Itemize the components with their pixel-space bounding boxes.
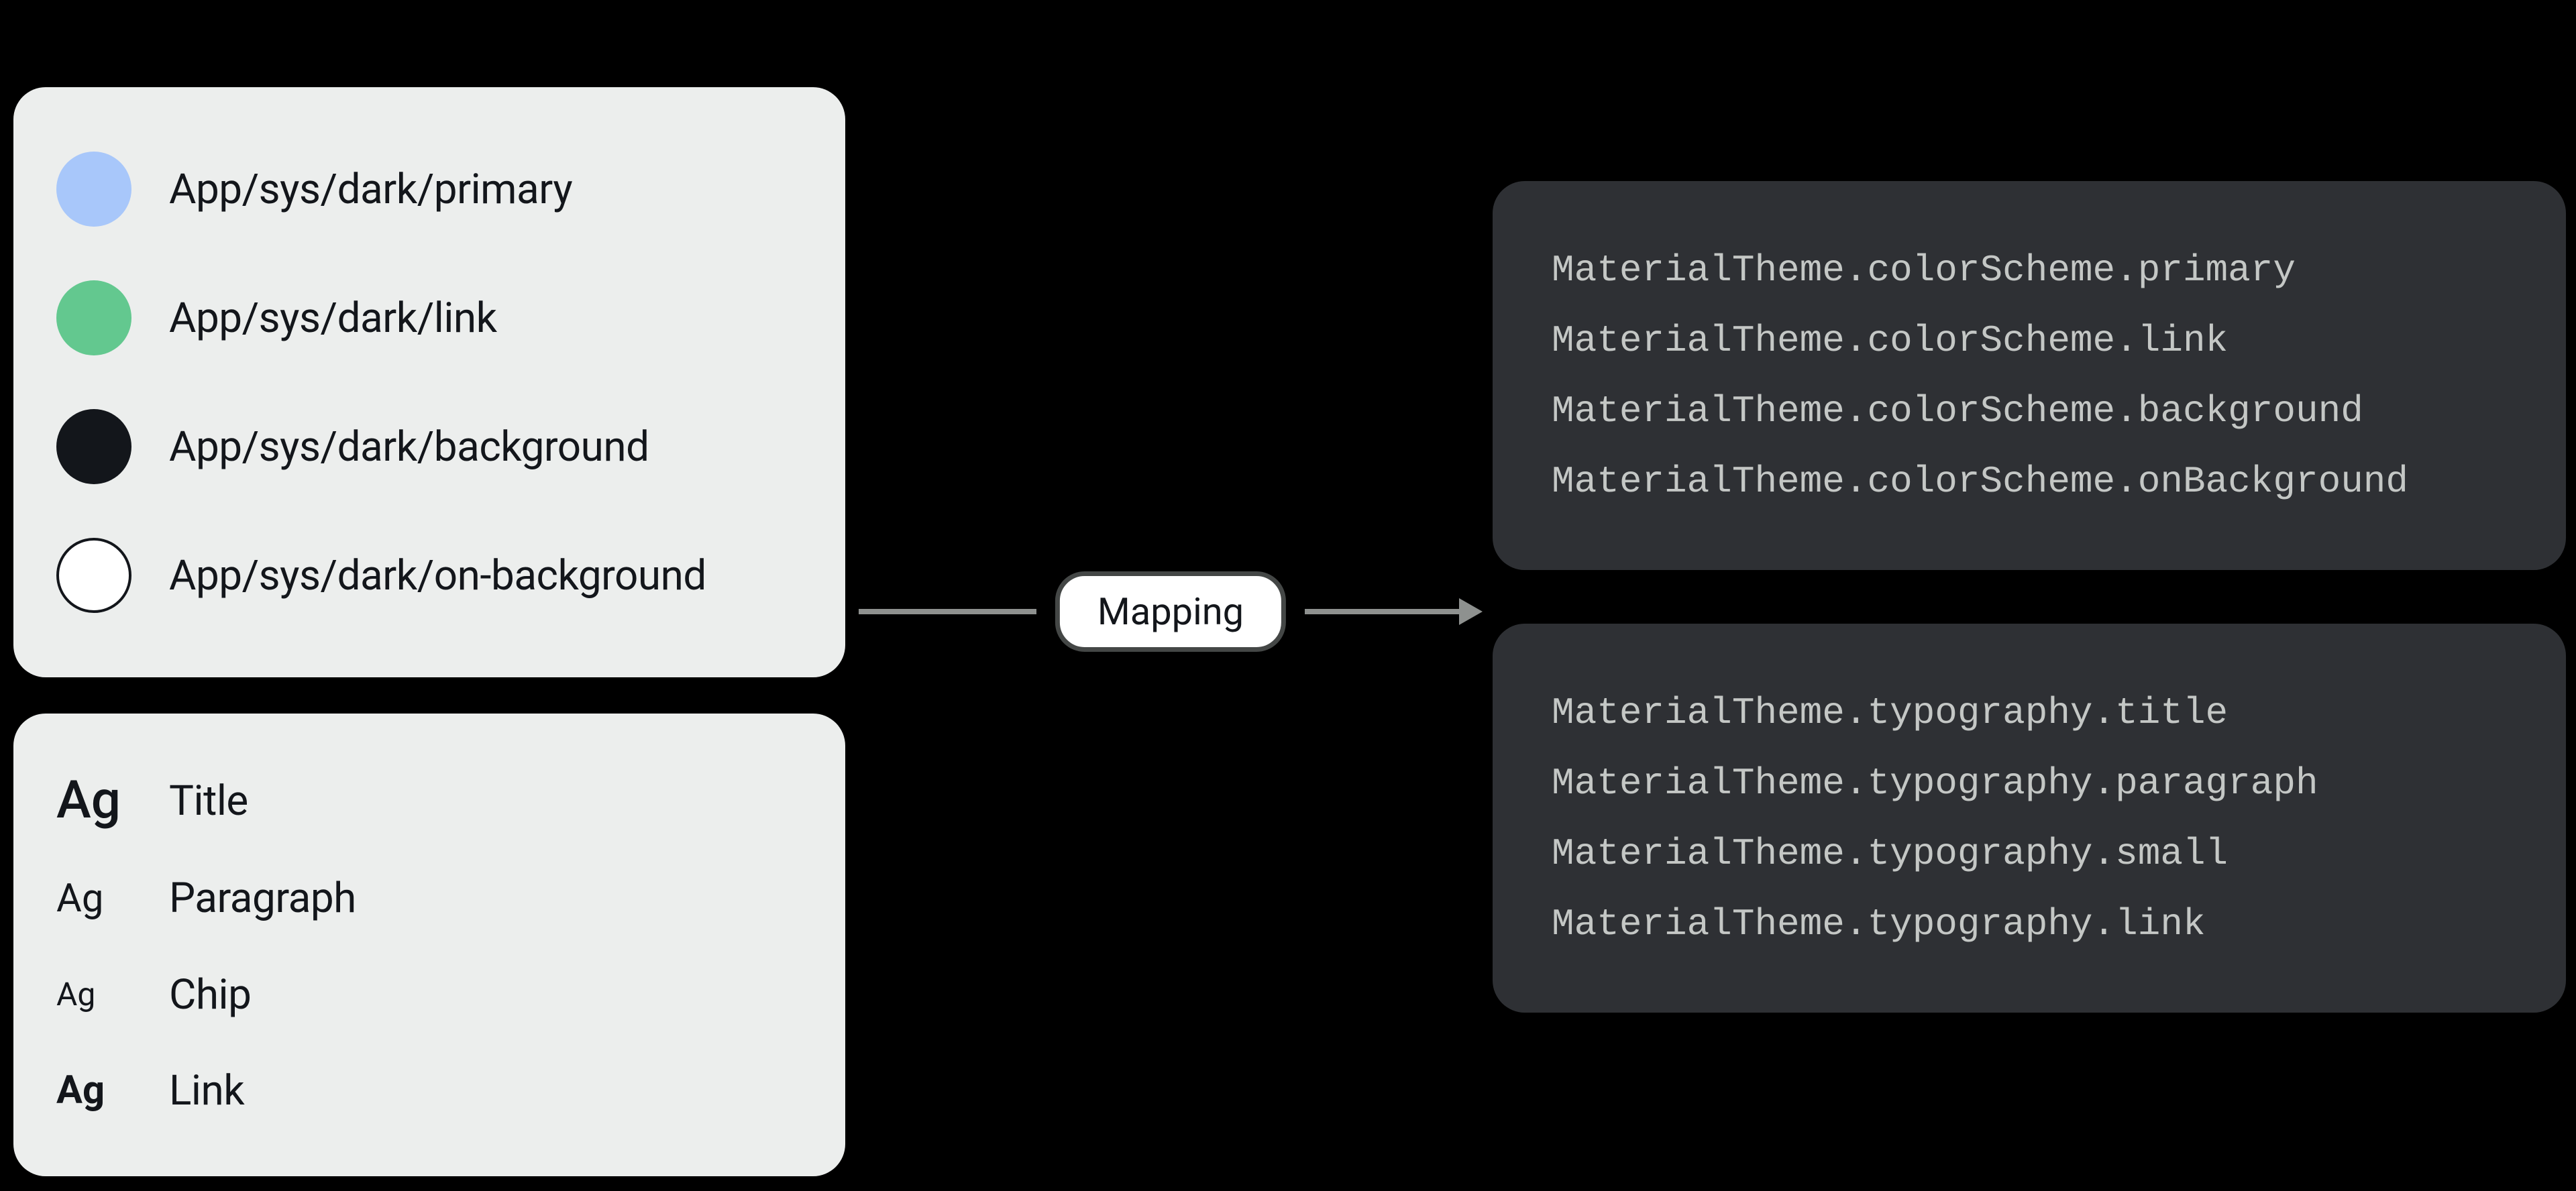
code-line: MaterialTheme.typography.link [1552, 903, 2507, 946]
code-colorscheme-card: MaterialTheme.colorScheme.primary Materi… [1493, 181, 2566, 570]
color-token-row: App/sys/dark/primary [56, 152, 802, 227]
type-token-row: Ag Title [56, 775, 802, 827]
color-token-label: App/sys/dark/background [169, 422, 649, 471]
code-line: MaterialTheme.colorScheme.link [1552, 319, 2507, 362]
type-sample-paragraph: Ag [56, 879, 131, 918]
type-sample-chip: Ag [56, 978, 131, 1011]
code-line: MaterialTheme.colorScheme.onBackground [1552, 460, 2507, 503]
type-token-label: Chip [169, 970, 251, 1019]
type-token-label: Paragraph [169, 874, 356, 923]
type-token-row: Ag Paragraph [56, 874, 802, 923]
type-token-label: Link [169, 1066, 244, 1115]
color-token-row: App/sys/dark/on-background [56, 538, 802, 613]
color-token-label: App/sys/dark/primary [169, 165, 572, 214]
design-tokens-typography-card: Ag Title Ag Paragraph Ag Chip Ag Link [13, 714, 845, 1176]
color-token-row: App/sys/dark/background [56, 409, 802, 484]
color-token-row: App/sys/dark/link [56, 280, 802, 355]
color-token-label: App/sys/dark/on-background [169, 551, 706, 600]
color-swatch-background [56, 409, 131, 484]
design-tokens-colors-card: App/sys/dark/primary App/sys/dark/link A… [13, 87, 845, 677]
code-line: MaterialTheme.colorScheme.background [1552, 390, 2507, 433]
code-line: MaterialTheme.typography.title [1552, 691, 2507, 734]
type-token-label: Title [169, 777, 248, 826]
color-token-label: App/sys/dark/link [169, 294, 497, 343]
type-token-row: Ag Chip [56, 970, 802, 1019]
color-swatch-on-background [56, 538, 131, 613]
code-line: MaterialTheme.colorScheme.primary [1552, 249, 2507, 292]
color-swatch-link [56, 280, 131, 355]
code-line: MaterialTheme.typography.small [1552, 832, 2507, 875]
mapping-label-chip: Mapping [1055, 571, 1286, 652]
type-token-row: Ag Link [56, 1066, 802, 1115]
code-line: MaterialTheme.typography.paragraph [1552, 762, 2507, 805]
mapping-arrow: Mapping [859, 571, 1483, 652]
code-typography-card: MaterialTheme.typography.title MaterialT… [1493, 624, 2566, 1013]
type-sample-title: Ag [56, 775, 131, 827]
type-sample-link: Ag [56, 1071, 131, 1110]
color-swatch-primary [56, 152, 131, 227]
